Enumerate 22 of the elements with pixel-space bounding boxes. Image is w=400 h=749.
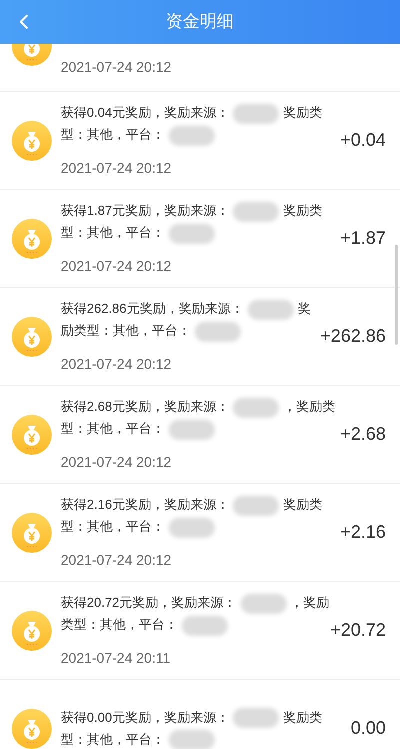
record-description: 获得2.68元奖励，奖励来源： ，奖励类型：其他，平台：: [61, 396, 339, 440]
record-time: 2021-07-24 20:12: [61, 257, 173, 276]
record-time: 2021-07-24 20:11: [61, 649, 172, 668]
record-description: 获得2.16元奖励，奖励来源： 奖励类型：其他，平台：: [61, 494, 339, 538]
record-amount: +1.87: [340, 227, 386, 250]
record-amount: +20.72: [330, 619, 386, 642]
record-amount: +2.16: [340, 521, 386, 544]
record-time: 2021-07-24 20:12: [61, 453, 173, 472]
record-description: 获得0.00元奖励，奖励来源： 奖励类型：其他，平台：: [61, 706, 339, 749]
record-amount: +262.86: [320, 325, 386, 348]
record-time: 2021-07-24 20:12: [61, 551, 173, 570]
record-description: 获得262.86元奖励，奖励来源： 奖励类型：其他，平台：: [61, 298, 320, 342]
record-amount: +0.04: [340, 129, 386, 152]
record-description: 获得20.72元奖励，奖励来源： ，奖励类型：其他，平台：: [61, 592, 330, 636]
record-amount: +2.68: [340, 423, 386, 446]
record-description: 获得1.87元奖励，奖励来源： 奖励类型：其他，平台：: [61, 200, 339, 244]
record-time: 2021-07-24 20:12: [61, 58, 172, 77]
page-title: 资金明细: [166, 11, 234, 34]
record-description: 获得0.04元奖励，奖励来源： 奖励类型：其他，平台：: [61, 102, 339, 146]
record-time: 2021-07-24 20:12: [61, 355, 173, 374]
record-amount: 0.00: [350, 717, 386, 740]
record-time: 2021-07-24 20:12: [61, 159, 173, 178]
